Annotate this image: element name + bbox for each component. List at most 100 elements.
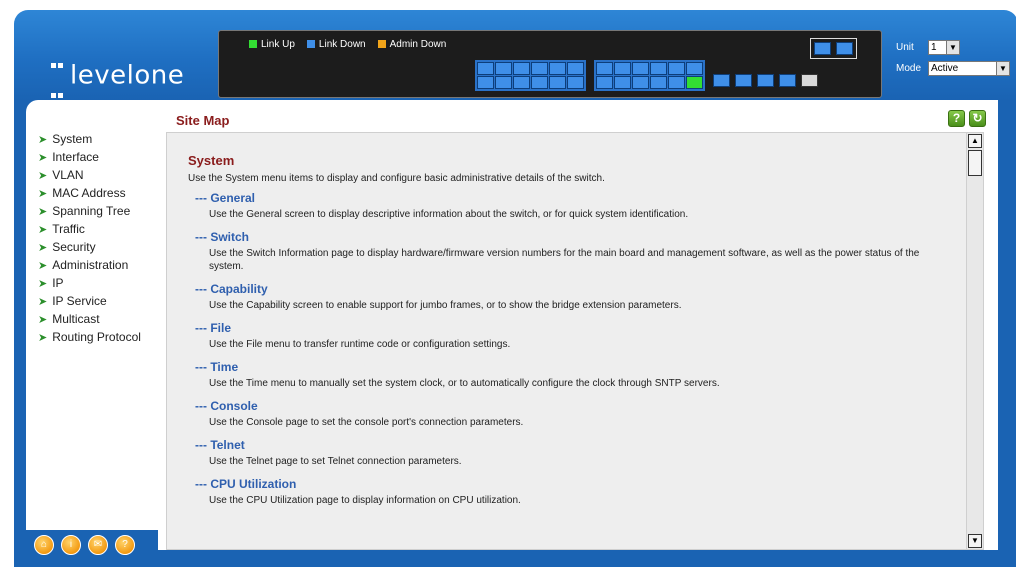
port[interactable] (495, 62, 512, 75)
entry-link[interactable]: --- CPU Utilization (195, 477, 955, 491)
uplink-port[interactable] (735, 74, 752, 87)
sfp-ports (810, 38, 857, 59)
sidebar-nav: ➤ System ➤ Interface ➤ VLAN ➤ MAC Address ➤ S… (38, 130, 141, 346)
uplink-port[interactable] (757, 74, 774, 87)
link-up-swatch (249, 40, 257, 48)
port[interactable] (549, 62, 566, 75)
unit-row: Unit 1 ▼ (896, 40, 1010, 55)
arrow-right-icon: ➤ (38, 277, 48, 290)
uplink-port[interactable] (779, 74, 796, 87)
arrow-right-icon: ➤ (38, 241, 48, 254)
port-group-1 (475, 60, 586, 91)
entry-link[interactable]: --- Capability (195, 282, 955, 296)
mail-icon[interactable]: ✉ (88, 535, 108, 555)
site-map-entries: --- General Use the General screen to di… (195, 191, 955, 516)
port[interactable] (632, 62, 649, 75)
sidebar-item-ip[interactable]: ➤ IP (38, 274, 141, 292)
uplink-port[interactable] (713, 74, 730, 87)
sidebar-item-routing-protocol[interactable]: ➤ Routing Protocol (38, 328, 141, 346)
list-item: --- File Use the File menu to transfer r… (195, 321, 955, 351)
port[interactable] (596, 76, 613, 89)
refresh-button[interactable]: ↻ (969, 110, 986, 127)
port[interactable] (668, 62, 685, 75)
port[interactable] (549, 76, 566, 89)
scroll-down-icon[interactable]: ▼ (968, 534, 982, 548)
help-icon[interactable]: ? (115, 535, 135, 555)
sfp-port[interactable] (836, 42, 853, 55)
arrow-right-icon: ➤ (38, 313, 48, 326)
entry-link[interactable]: --- Telnet (195, 438, 955, 452)
sidebar-item-security[interactable]: ➤ Security (38, 238, 141, 256)
sidebar-item-label: Interface (52, 150, 99, 164)
list-item: --- CPU Utilization Use the CPU Utilizat… (195, 477, 955, 507)
port[interactable] (686, 62, 703, 75)
help-button[interactable]: ? (948, 110, 965, 127)
sidebar-item-mac-address[interactable]: ➤ MAC Address (38, 184, 141, 202)
entry-link[interactable]: --- Time (195, 360, 955, 374)
scroll-up-icon[interactable]: ▲ (968, 134, 982, 148)
port[interactable] (596, 62, 613, 75)
entry-description: Use the File menu to transfer runtime co… (209, 339, 511, 350)
mode-select[interactable]: Active ▼ (928, 61, 1010, 76)
admin-down-swatch (377, 40, 386, 48)
list-item: --- Switch Use the Switch Information pa… (195, 230, 955, 273)
unit-select[interactable]: 1 ▼ (928, 40, 960, 55)
port[interactable] (531, 62, 548, 75)
vertical-scrollbar[interactable]: ▲ ▼ (966, 133, 983, 549)
port[interactable] (513, 62, 530, 75)
sidebar-item-vlan[interactable]: ➤ VLAN (38, 166, 141, 184)
port[interactable] (668, 76, 685, 89)
port[interactable] (614, 62, 631, 75)
sidebar: ➤ System ➤ Interface ➤ VLAN ➤ MAC Address ➤ S… (26, 100, 158, 530)
legend-link-up: Link Up (249, 39, 295, 50)
sidebar-item-traffic[interactable]: ➤ Traffic (38, 220, 141, 238)
sidebar-item-label: IP Service (52, 294, 107, 308)
port[interactable] (477, 76, 494, 89)
info-icon[interactable]: i (61, 535, 81, 555)
entry-link[interactable]: --- General (195, 191, 955, 205)
console-port[interactable] (801, 74, 818, 87)
sidebar-item-label: IP (52, 276, 64, 290)
levelone-logo: levelone (50, 46, 184, 106)
list-item: --- Telnet Use the Telnet page to set Te… (195, 438, 955, 468)
entry-link[interactable]: --- Console (195, 399, 955, 413)
sidebar-item-interface[interactable]: ➤ Interface (38, 148, 141, 166)
port[interactable] (632, 76, 649, 89)
port-link-up[interactable] (686, 76, 703, 89)
port[interactable] (650, 76, 667, 89)
sfp-port[interactable] (814, 42, 831, 55)
port-group-2 (594, 60, 705, 91)
legend-link-down: Link Down (306, 39, 366, 50)
port[interactable] (531, 76, 548, 89)
legend-label: Link Down (318, 39, 366, 50)
port[interactable] (567, 62, 584, 75)
chevron-down-icon: ▼ (946, 41, 959, 54)
port[interactable] (477, 62, 494, 75)
sidebar-item-ip-service[interactable]: ➤ IP Service (38, 292, 141, 310)
port[interactable] (513, 76, 530, 89)
port[interactable] (567, 76, 584, 89)
port[interactable] (495, 76, 512, 89)
port[interactable] (650, 62, 667, 75)
unit-value: 1 (931, 42, 937, 53)
entry-link[interactable]: --- File (195, 321, 955, 335)
port[interactable] (614, 76, 631, 89)
sidebar-item-administration[interactable]: ➤ Administration (38, 256, 141, 274)
list-item: --- General Use the General screen to di… (195, 191, 955, 221)
sidebar-item-spanning-tree[interactable]: ➤ Spanning Tree (38, 202, 141, 220)
entry-description: Use the CPU Utilization page to display … (209, 495, 521, 506)
sidebar-item-multicast[interactable]: ➤ Multicast (38, 310, 141, 328)
bottom-icon-row: ⌂ i ✉ ? (34, 535, 135, 555)
main-area: Site Map ? ↻ System Use the System menu … (158, 100, 998, 550)
arrow-right-icon: ➤ (38, 133, 48, 146)
home-icon[interactable]: ⌂ (34, 535, 54, 555)
arrow-right-icon: ➤ (38, 205, 48, 218)
arrow-right-icon: ➤ (38, 331, 48, 344)
sidebar-item-system[interactable]: ➤ System (38, 130, 141, 148)
legend-admin-down: Admin Down (377, 39, 446, 50)
entry-description: Use the Telnet page to set Telnet connec… (209, 456, 462, 467)
sidebar-item-label: Administration (52, 258, 129, 272)
scroll-thumb[interactable] (968, 150, 982, 176)
sidebar-item-label: System (52, 132, 93, 146)
entry-link[interactable]: --- Switch (195, 230, 955, 244)
